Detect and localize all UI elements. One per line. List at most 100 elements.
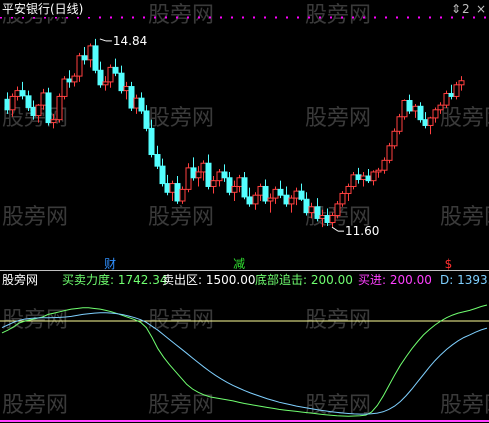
- candle: [370, 170, 377, 186]
- candle-body: [45, 92, 52, 124]
- watermark-text: 股旁网: [148, 393, 214, 418]
- candle: [417, 102, 424, 123]
- candle: [293, 187, 300, 206]
- candle-body: [164, 183, 171, 193]
- candle-body: [458, 80, 465, 86]
- candle-body: [272, 188, 279, 199]
- candle-body: [185, 167, 192, 190]
- candle: [252, 192, 259, 210]
- candle-body: [56, 95, 63, 121]
- kline-indicator-chart: 股旁网 股旁网 股旁网 股旁网 股旁网 股旁网 股旁网 股旁网 股旁网 股旁网 …: [0, 0, 489, 423]
- candle: [164, 174, 171, 196]
- candle: [360, 171, 367, 187]
- candle-body: [283, 194, 290, 205]
- candle: [179, 186, 186, 204]
- panel-number: 2: [462, 2, 470, 16]
- candle-body: [210, 180, 217, 187]
- candle: [345, 183, 352, 201]
- candle-body: [169, 183, 176, 193]
- candle-body: [179, 188, 186, 202]
- candle: [107, 64, 114, 88]
- watermark-text: 股旁网: [440, 106, 489, 131]
- candle: [314, 198, 321, 222]
- candle-body: [303, 198, 310, 214]
- candle-body: [406, 99, 413, 112]
- candle: [267, 193, 274, 213]
- candle: [138, 92, 145, 114]
- candle: [381, 157, 388, 174]
- candle-body: [200, 162, 207, 173]
- watermarks: 股旁网 股旁网 股旁网 股旁网 股旁网 股旁网 股旁网 股旁网 股旁网 股旁网 …: [2, 3, 489, 418]
- candle-body: [401, 99, 408, 118]
- candle-body: [324, 215, 331, 223]
- candle: [61, 76, 68, 100]
- candle-body: [257, 185, 264, 196]
- candle: [288, 195, 295, 213]
- candle-body: [25, 95, 32, 108]
- candle-body: [128, 86, 135, 109]
- watermark-text: 股旁网: [305, 3, 371, 28]
- candle-body: [216, 171, 223, 182]
- candle: [87, 43, 94, 68]
- watermark-text: 股旁网: [2, 205, 68, 230]
- candle: [386, 142, 393, 164]
- candle-body: [231, 185, 238, 193]
- candle: [375, 167, 382, 178]
- candle-body: [334, 203, 341, 217]
- event-marker: 财: [104, 257, 116, 271]
- candle: [216, 169, 223, 187]
- indicator-line: [1, 304, 488, 417]
- legend-item: 股旁网: [2, 272, 38, 287]
- candle-body: [81, 55, 88, 61]
- candlestick-series: [4, 38, 465, 228]
- resize-arrows-icon[interactable]: ⇕: [451, 2, 461, 16]
- candle: [277, 180, 284, 199]
- candle-body: [298, 190, 305, 200]
- candle: [195, 166, 202, 187]
- window-controls: ⇕ 2 ×: [451, 2, 486, 16]
- candle-body: [241, 177, 248, 198]
- legend-item: 底部追击: 200.00: [255, 272, 353, 287]
- candle-body: [350, 174, 357, 187]
- candle-body: [76, 55, 83, 77]
- candle: [453, 81, 460, 100]
- candle-body: [448, 93, 455, 97]
- legend-item: 买进: 200.00: [358, 273, 432, 287]
- candle-body: [267, 197, 274, 202]
- candle: [283, 186, 290, 207]
- candle-body: [432, 109, 439, 119]
- candle: [66, 70, 73, 88]
- candle: [102, 76, 109, 91]
- candle: [422, 112, 429, 129]
- candle-body: [293, 190, 300, 199]
- candle: [185, 163, 192, 193]
- candle-body: [396, 116, 403, 132]
- annotation-label: 11.60: [345, 224, 379, 238]
- candle-body: [427, 117, 434, 126]
- watermark-text: 股旁网: [440, 393, 489, 418]
- candle: [432, 107, 439, 123]
- candle-body: [87, 45, 94, 61]
- watermark-text: 股旁网: [440, 205, 489, 230]
- candle: [262, 179, 269, 204]
- candle: [221, 164, 228, 182]
- annotation-leader: [99, 38, 107, 42]
- candle: [19, 81, 26, 100]
- candle-body: [319, 215, 326, 219]
- candle: [298, 183, 305, 201]
- candle-body: [205, 162, 212, 187]
- candle: [355, 167, 362, 184]
- candle-body: [314, 206, 321, 219]
- candle: [97, 61, 104, 88]
- close-icon[interactable]: ×: [476, 2, 486, 16]
- candle-body: [345, 185, 352, 194]
- candle-body: [221, 171, 228, 179]
- candle: [272, 186, 279, 204]
- candle-body: [118, 72, 125, 92]
- candle: [76, 52, 83, 82]
- candle: [25, 90, 32, 111]
- candle: [190, 157, 197, 181]
- watermark-text: 股旁网: [305, 106, 371, 131]
- candle-body: [236, 177, 243, 187]
- candle: [257, 183, 264, 201]
